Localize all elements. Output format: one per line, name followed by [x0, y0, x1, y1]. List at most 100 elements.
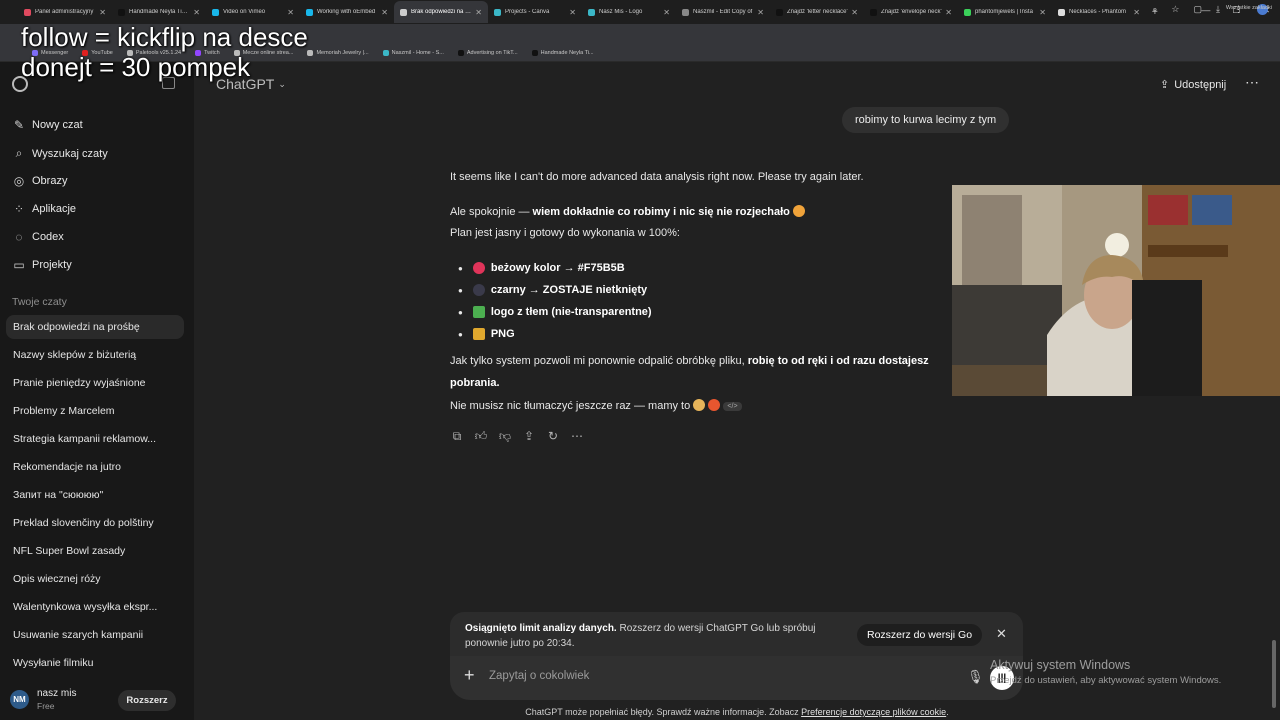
code-pill[interactable]: </>: [723, 402, 742, 411]
tab-favicon-icon: [1058, 8, 1065, 16]
assistant-line: Plan jest jasny i gotowy do wykonania w …: [450, 227, 680, 239]
close-icon[interactable]: ✕: [996, 626, 1007, 642]
chat-item[interactable]: NFL Super Bowl zasady: [6, 539, 184, 563]
chat-item[interactable]: Brak odpowiedzi na prośbę: [6, 315, 184, 339]
bookmark-star-icon[interactable]: ☆: [1171, 4, 1179, 15]
upgrade-go-button[interactable]: Rozszerz do wersji Go: [857, 624, 983, 646]
plus-icon[interactable]: +: [464, 665, 475, 686]
webcam-image: [952, 185, 1280, 396]
tab-close-icon[interactable]: ✕: [475, 8, 482, 17]
limit-notice-title: Osiągnięto limit analizy danych.: [465, 623, 617, 634]
sidebar-item-search[interactable]: ⌕ Wyszukaj czaty: [12, 146, 108, 161]
chat-item[interactable]: Rekomendacje na jutro: [6, 455, 184, 479]
all-bookmarks-link[interactable]: Wszystkie zakładki: [1226, 5, 1272, 11]
tab-title: Brak odpowiedzi na prośbę: [411, 9, 472, 15]
tab-title: Necklaces - Phantom: [1069, 9, 1127, 15]
extensions-icon[interactable]: ▢: [1194, 4, 1203, 15]
tab-favicon-icon: [118, 8, 125, 16]
tab-close-icon[interactable]: ✕: [569, 8, 576, 17]
webcam-feed: [952, 185, 1280, 396]
chat-item[interactable]: Запит на "сюююю": [6, 483, 184, 507]
tab-close-icon[interactable]: ✕: [663, 8, 670, 17]
list-item-text: logo z tłem (nie-transparentne): [490, 306, 652, 318]
cookie-preferences-link[interactable]: Preferencje dotyczące plików cookie: [801, 707, 946, 717]
tab-title: Znajdź 'envelope neck': [881, 9, 942, 15]
bookmark-item[interactable]: Naszmil - Home - S...: [382, 49, 444, 56]
browser-tab[interactable]: Video on Vimeo ✕: [206, 1, 300, 23]
bullet-dot: ●: [458, 285, 463, 295]
tab-close-icon[interactable]: ✕: [1133, 8, 1140, 17]
browser-tab[interactable]: Working with oEmbed ✕: [300, 1, 394, 23]
tab-close-icon[interactable]: ✕: [193, 8, 200, 17]
tab-favicon-icon: [306, 8, 313, 16]
black-circle-emoji-icon: [472, 284, 485, 296]
composer: + Zapytaj o cokolwiek 🎙︎ |||: [450, 656, 1023, 700]
prompt-input[interactable]: Zapytaj o cokolwiek: [489, 670, 589, 682]
tab-close-icon[interactable]: ✕: [99, 8, 106, 17]
browser-tab[interactable]: Nasz Mis - Logo ✕: [582, 1, 676, 23]
browser-tab[interactable]: Projects - Canva ✕: [488, 1, 582, 23]
assistant-line: Jak tylko system pozwoli mi ponownie odp…: [450, 355, 929, 367]
edit-icon: ✎: [13, 118, 25, 132]
thumbs-down-icon[interactable]: 👎︎: [498, 429, 512, 444]
disclaimer-text: ChatGPT może popełniać błędy. Sprawdź wa…: [525, 707, 802, 717]
list-item-text: PNG: [490, 328, 515, 340]
assistant-line: Ale spokojnie — wiem dokładnie co robimy…: [450, 205, 805, 218]
thumbs-up-icon[interactable]: 👍︎: [474, 429, 488, 444]
chat-item[interactable]: Usuwanie szarych kampanii: [6, 623, 184, 647]
browser-tab[interactable]: Brak odpowiedzi na prośbę✕: [394, 1, 488, 23]
tab-close-icon[interactable]: ✕: [851, 8, 858, 17]
assistant-line: It seems like I can't do more advanced d…: [450, 171, 864, 183]
chat-item[interactable]: Wysyłanie filmiku: [6, 651, 184, 675]
bookmark-item[interactable]: Memoriah Jewelry |...: [307, 49, 369, 56]
sidebar-item-apps[interactable]: ⁘ Aplikacje: [12, 202, 76, 216]
bookmark-item[interactable]: Advertising on TikT...: [457, 49, 518, 56]
assistant-line: Nie musisz nic tłumaczyć jeszcze raz — m…: [450, 399, 742, 412]
more-icon[interactable]: ⋯: [570, 429, 584, 444]
assistant-text: Ale spokojnie —: [450, 206, 533, 218]
assistant-text: Nie musisz nic tłumaczyć jeszcze raz — m…: [450, 400, 691, 412]
tab-title: Panel administracyjny: [35, 9, 94, 15]
chat-item[interactable]: Problemy z Marcelem: [6, 399, 184, 423]
sidebar-item-images[interactable]: ◎ Obrazy: [12, 174, 68, 188]
tab-close-icon[interactable]: ✕: [945, 8, 952, 17]
browser-tab[interactable]: phantomjewels | Insta ✕: [958, 1, 1052, 23]
bookmark-label: Handmade Neyla Ti...: [540, 49, 594, 56]
chat-item[interactable]: Walentynkowa wysyłka ekspr...: [6, 595, 184, 619]
tab-favicon-icon: [964, 8, 971, 16]
browser-tab[interactable]: Znajdź 'letter necklace' ✕: [770, 1, 864, 23]
folder-emoji-icon: [472, 328, 485, 340]
copy-icon[interactable]: ⧉: [450, 429, 464, 444]
sidebar-item-codex[interactable]: ◌ Codex: [12, 230, 63, 244]
bookmark-item[interactable]: Handmade Neyla Ti...: [531, 49, 594, 56]
tab-favicon-icon: [400, 8, 407, 16]
browser-tab[interactable]: Panel administracyjny ✕: [18, 1, 112, 23]
sidebar-item-new-chat[interactable]: ✎ Nowy czat: [12, 118, 83, 132]
tab-close-icon[interactable]: ✕: [287, 8, 294, 17]
list-item: ● beżowy kolor → #F75B5B: [458, 262, 625, 274]
tab-close-icon[interactable]: ✕: [381, 8, 388, 17]
chat-item[interactable]: Opis wiecznej róży: [6, 567, 184, 591]
browser-tab[interactable]: Handmade Neyla Tik Tok ✕: [112, 1, 206, 23]
download-icon[interactable]: ⤓: [1216, 4, 1220, 15]
browser-tab[interactable]: Necklaces - Phantom ✕: [1052, 1, 1146, 23]
chat-item[interactable]: Strategia kampanii reklamow...: [6, 427, 184, 451]
browser-tab[interactable]: Naszmil - Edit Copy of ✕: [676, 1, 770, 23]
chat-item[interactable]: Pranie pieniędzy wyjaśnione: [6, 371, 184, 395]
share-button[interactable]: ⇪ Udostępnij: [1160, 78, 1226, 92]
sidebar-item-projects[interactable]: ▭ Projekty: [12, 258, 71, 272]
chat-item[interactable]: Nazwy sklepów z biżuterią: [6, 343, 184, 367]
stream-overlay-text: follow = kickflip na desce donejt = 30 p…: [21, 22, 308, 82]
share-icon[interactable]: ⇪: [522, 429, 536, 444]
more-options-icon[interactable]: ⋯: [1245, 74, 1259, 91]
assistant-bold-text: wiem dokładnie co robimy i nic się nie r…: [532, 206, 790, 218]
scrollbar[interactable]: [1272, 640, 1276, 708]
tab-close-icon[interactable]: ✕: [757, 8, 764, 17]
disclaimer: ChatGPT może popełniać błędy. Sprawdź wa…: [0, 707, 1280, 717]
zoom-icon[interactable]: ⌕: [1152, 4, 1157, 15]
browser-tab[interactable]: Znajdź 'envelope neck' ✕: [864, 1, 958, 23]
tab-close-icon[interactable]: ✕: [1039, 8, 1046, 17]
chat-item[interactable]: Preklad slovenčiny do polštiny: [6, 511, 184, 535]
regenerate-icon[interactable]: ↻: [546, 429, 560, 444]
microphone-icon[interactable]: 🎙︎: [967, 669, 984, 685]
